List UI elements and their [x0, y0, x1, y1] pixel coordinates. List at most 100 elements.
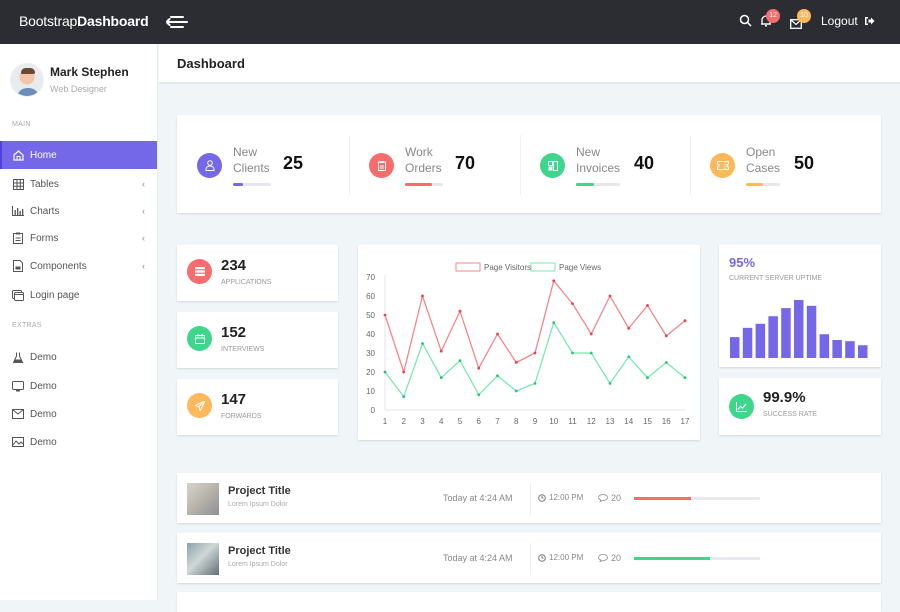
sidebar-item-label: Demo [30, 351, 57, 363]
data-point-page-views[interactable] [402, 395, 406, 399]
project-subtitle: Lorem Ipsum Dolor [228, 501, 288, 508]
file-icon [12, 260, 24, 272]
hamburger-arrow-icon[interactable] [165, 15, 188, 29]
grid-icon [12, 178, 24, 190]
data-point-page-views[interactable] [477, 393, 481, 397]
data-point-page-visitors[interactable] [477, 366, 481, 370]
project-progress-fill [634, 557, 710, 560]
trend-chart-icon [729, 394, 754, 419]
server-uptime-card: 95% CURRENT SERVER UPTIME [719, 245, 881, 367]
calendar-icon [187, 326, 212, 351]
ticket-icon [710, 153, 735, 178]
mini-card-caption: FORWARDS [221, 413, 262, 420]
uptime-bar [794, 300, 804, 358]
project-title: Project Title [228, 545, 291, 557]
data-point-page-visitors[interactable] [533, 351, 537, 355]
sidebar-item-demo-2[interactable]: Demo [0, 372, 157, 400]
data-point-page-visitors[interactable] [514, 361, 518, 364]
data-point-page-views[interactable] [571, 351, 574, 355]
sidebar-item-login-page[interactable]: Login page [0, 281, 157, 309]
data-point-page-views[interactable] [496, 374, 499, 378]
sidebar-item-label: Demo [30, 408, 57, 420]
brand-light: Bootstrap [19, 13, 78, 29]
project-thumbnail [187, 483, 219, 515]
project-row[interactable]: Project Title Lorem Ipsum Dolor Today at… [177, 533, 881, 583]
data-point-page-visitors[interactable] [496, 332, 499, 336]
sidebar-item-components[interactable]: Components ‹ [0, 252, 157, 280]
data-point-page-views[interactable] [589, 351, 593, 355]
x-tick-label: 16 [662, 417, 671, 426]
legend-label-page-views: Page Views [559, 263, 601, 272]
search-icon[interactable] [739, 14, 752, 32]
x-tick-label: 13 [606, 417, 615, 426]
data-point-page-views[interactable] [608, 382, 612, 385]
project-progress-bar [634, 497, 760, 500]
stat-progress-bar [746, 183, 780, 186]
y-tick-label: 0 [371, 406, 376, 415]
data-point-page-views[interactable] [458, 359, 462, 362]
data-point-page-views[interactable] [383, 370, 387, 374]
sidebar-item-tables[interactable]: Tables ‹ [0, 170, 157, 198]
y-tick-label: 60 [366, 292, 375, 301]
data-point-page-visitors[interactable] [646, 304, 649, 307]
comment-icon [598, 554, 608, 562]
data-point-page-visitors[interactable] [421, 294, 424, 298]
project-progress-fill [634, 497, 691, 500]
clock-icon [538, 553, 546, 562]
chart-legend: Page Visitors Page Views [455, 262, 601, 272]
data-point-page-visitors[interactable] [439, 349, 443, 353]
x-tick-label: 12 [587, 417, 596, 426]
mini-card-value: 234 [221, 257, 247, 274]
uptime-bar [742, 327, 753, 358]
y-tick-label: 40 [366, 330, 375, 339]
sidebar-item-charts[interactable]: Charts ‹ [0, 197, 157, 225]
data-point-page-views[interactable] [664, 361, 668, 364]
logout-button[interactable]: Logout [821, 14, 875, 28]
chevron-left-icon: ‹ [142, 233, 145, 243]
sidebar-item-forms[interactable]: Forms ‹ [0, 224, 157, 252]
stat-progress-fill [576, 183, 594, 186]
data-point-page-visitors[interactable] [552, 279, 556, 283]
section-label-extras: EXTRAS [12, 322, 42, 329]
sidebar-item-label: Charts [30, 205, 60, 217]
message-badge: 10 [797, 9, 811, 23]
user-profile[interactable]: Mark Stephen Web Designer [10, 63, 129, 97]
sidebar-item-label: Forms [30, 232, 59, 244]
page-title: Dashboard [177, 56, 245, 71]
brand-bold: Dashboard [77, 13, 149, 29]
sidebar-item-demo-4[interactable]: Demo [0, 428, 157, 456]
success-rate-caption: SUCCESS RATE [763, 411, 817, 418]
data-point-page-views[interactable] [439, 376, 443, 380]
data-point-page-visitors[interactable] [683, 319, 687, 323]
user-icon [197, 153, 222, 178]
data-point-page-views[interactable] [683, 376, 687, 380]
data-point-page-views[interactable] [627, 355, 631, 359]
data-point-page-visitors[interactable] [571, 302, 574, 305]
data-point-page-visitors[interactable] [664, 334, 668, 338]
logout-label: Logout [821, 14, 858, 28]
sidebar-item-home[interactable]: Home [0, 141, 157, 169]
data-point-page-visitors[interactable] [402, 370, 406, 374]
data-point-page-views[interactable] [514, 389, 518, 393]
brand-logo[interactable]: BootstrapDashboard [19, 13, 149, 29]
divider [530, 483, 531, 515]
stat-label: New Invoices [576, 145, 621, 175]
data-point-page-visitors[interactable] [589, 332, 593, 336]
applications-card: 234 APPLICATIONS [177, 245, 338, 301]
data-point-page-visitors[interactable] [458, 309, 462, 313]
stat-progress-bar [405, 183, 443, 186]
project-progress-bar [634, 557, 760, 560]
sidebar-item-demo-3[interactable]: Demo [0, 400, 157, 428]
data-point-page-views[interactable] [646, 376, 649, 380]
data-point-page-visitors[interactable] [383, 313, 387, 317]
data-point-page-visitors[interactable] [627, 326, 631, 330]
project-row[interactable]: Project Title Lorem Ipsum Dolor Today at… [177, 473, 881, 523]
x-tick-label: 1 [383, 417, 388, 426]
sidebar-item-demo-1[interactable]: Demo [0, 343, 157, 371]
success-rate-card: 99.9% SUCCESS RATE [719, 378, 881, 435]
data-point-page-views[interactable] [421, 342, 424, 345]
project-row[interactable] [177, 592, 881, 612]
data-point-page-visitors[interactable] [608, 294, 612, 298]
data-point-page-views[interactable] [552, 321, 556, 324]
data-point-page-views[interactable] [533, 382, 537, 385]
